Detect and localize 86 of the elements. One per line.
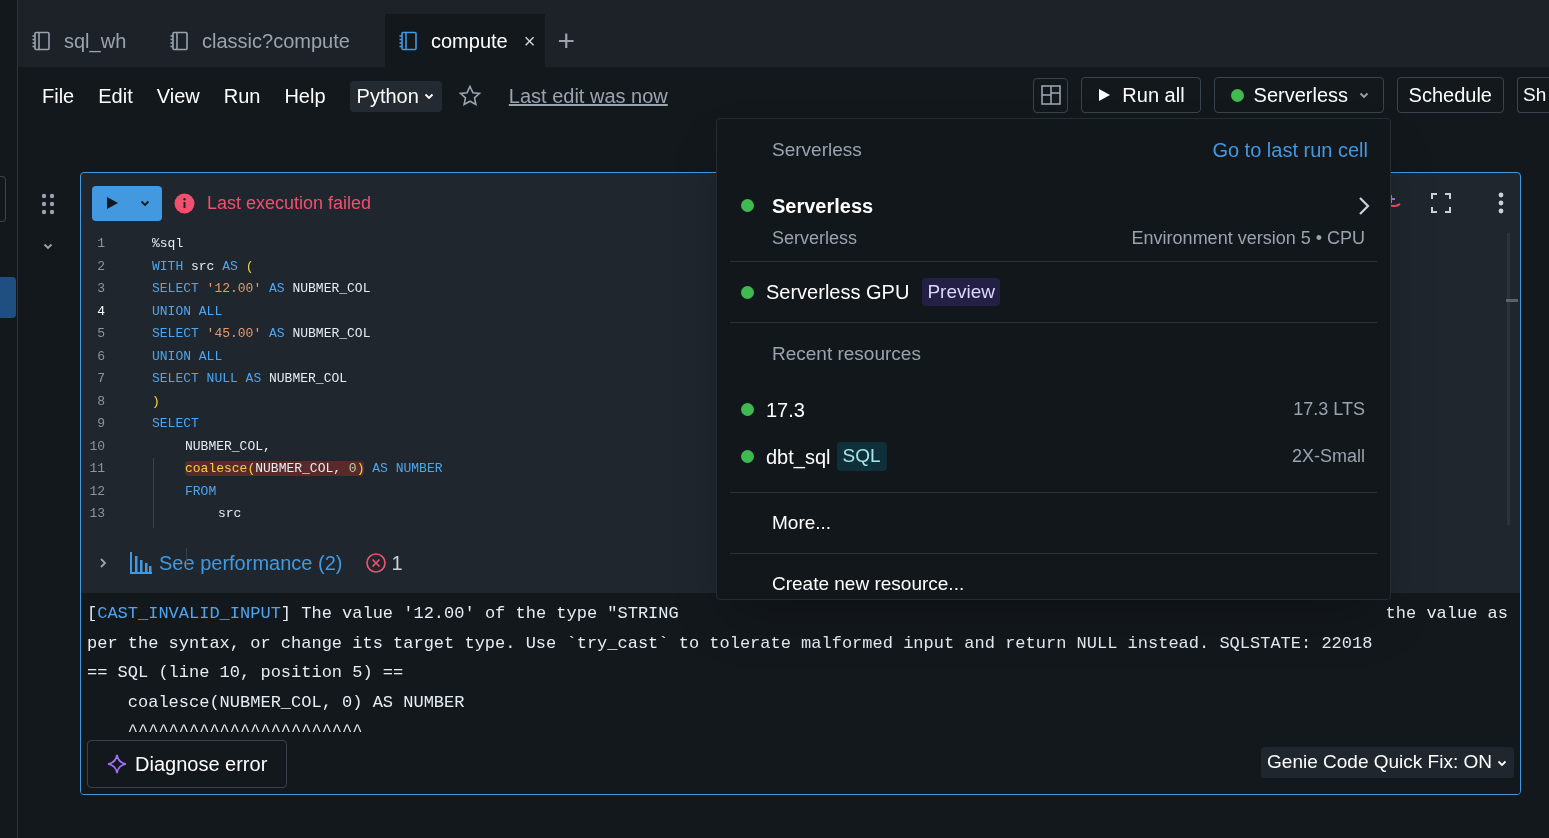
notebook-tab[interactable]: classic?compute	[150, 14, 385, 67]
line-number: 1	[96, 235, 106, 253]
code-line: FROM	[184, 482, 217, 501]
error-message: [CAST_INVALID_INPUT] The value '12.00' of the type "STRING	[87, 603, 679, 625]
play-icon	[105, 196, 119, 210]
error-message: the value as	[1385, 603, 1508, 625]
play-icon	[1097, 88, 1112, 102]
notebook-icon	[30, 29, 52, 52]
error-icon	[366, 553, 387, 573]
drag-handle-icon[interactable]	[40, 193, 56, 215]
notebook-tab[interactable]: compute ×	[385, 14, 546, 67]
diagnose-error-button[interactable]: Diagnose error	[87, 740, 288, 788]
line-number: 7	[96, 370, 106, 388]
line-number: 11	[88, 460, 106, 478]
error-count-text: 1	[391, 551, 403, 576]
menu-item[interactable]: Run	[223, 81, 261, 111]
code-line: SELECT	[151, 415, 199, 433]
go-to-last-run-cell-link[interactable]: Go to last run cell	[1212, 135, 1368, 165]
run-cell-button[interactable]	[92, 185, 162, 221]
code-line: WITH src AS (	[151, 257, 254, 276]
execution-status: Last execution failed	[207, 191, 372, 215]
error-message: ^^^^^^^^^^^^^^^^^^^^^^^	[126, 721, 364, 743]
menu-section-header: Recent resources	[771, 342, 922, 367]
error-message: == SQL (line 10, position 5) ==	[87, 662, 405, 684]
code-line: UNION ALL	[151, 302, 223, 321]
line-number: 5	[96, 325, 106, 343]
error-highlight: coalesce(NUBMER_COL, 0)	[185, 461, 365, 476]
bar-chart-icon	[129, 552, 152, 574]
line-number: 10	[88, 437, 106, 456]
schedule-button[interactable]: Schedule	[1396, 77, 1504, 113]
code-line: SELECT '12.00' AS NUBMER_COL	[151, 280, 371, 298]
performance-link[interactable]: See performance (2)	[129, 548, 343, 578]
line-number: 6	[96, 347, 106, 366]
compute-detail: 2X-Small	[1291, 445, 1365, 468]
language-dropdown[interactable]: Python	[349, 80, 442, 112]
menu-section-header: Serverless	[772, 137, 862, 162]
chevron-right-icon[interactable]	[97, 557, 109, 569]
line-number: 13	[88, 505, 106, 523]
compute-option[interactable]: Serverless GPU Preview	[730, 262, 1377, 323]
code-line: src	[217, 505, 242, 523]
line-number: 12	[88, 482, 106, 501]
menu-item[interactable]: Edit	[98, 81, 133, 111]
info-icon	[174, 192, 195, 214]
menu-item[interactable]: View	[156, 81, 200, 111]
fullscreen-icon[interactable]	[1430, 192, 1452, 214]
sidebar-handle	[0, 176, 6, 222]
compute-detail: 17.3 LTS	[1293, 398, 1365, 421]
star-icon[interactable]	[457, 84, 482, 108]
sql-tag: SQL	[836, 442, 887, 471]
compute-subtitle: Serverless	[772, 226, 858, 250]
code-line: %sql	[151, 235, 184, 253]
close-button[interactable]: ×	[523, 25, 536, 56]
chevron-right-icon	[1357, 195, 1371, 216]
code-line: SELECT NULL AS NUBMER_COL	[151, 370, 348, 388]
quick-fix-dropdown[interactable]: Genie Code Quick Fix: ON	[1261, 747, 1514, 778]
last-edit-link[interactable]: Last edit was now	[508, 81, 668, 111]
preview-tag: Preview	[922, 277, 1000, 307]
code-line: UNION ALL	[151, 347, 223, 366]
line-number: 2	[96, 257, 106, 276]
compute-option[interactable]: Serverless Serverless Environment version 5 • CPU	[730, 181, 1377, 262]
share-button[interactable]: Sh	[1517, 77, 1549, 113]
line-number: 8	[96, 392, 106, 411]
compute-dropdown[interactable]: Serverless	[1213, 77, 1384, 113]
code-line: coalesce(NUBMER_COL, 0) AS NUMBER	[184, 460, 443, 478]
compute-detail: Environment version 5 • CPU	[1131, 226, 1365, 250]
line-number: 3	[96, 280, 106, 298]
compute-option[interactable]: 17.3 17.3 LTS	[730, 386, 1377, 433]
code-line: SELECT '45.00' AS NUBMER_COL	[151, 325, 371, 343]
line-number: 9	[96, 415, 106, 433]
notebook-icon	[168, 29, 190, 52]
error-message: coalesce(NUBMER_COL, 0) AS NUMBER	[126, 691, 466, 714]
create-resource-menu-item[interactable]: Create new resource...	[730, 554, 1377, 615]
run-all-button[interactable]: Run all	[1081, 77, 1201, 113]
more-menu-item[interactable]: More...	[730, 493, 1377, 554]
error-message: per the syntax, or change its target type. Use `try_cast` to tolerate malformed input and return NULL instead. SQLSTATE: 22018	[87, 632, 1374, 655]
menu-item[interactable]: Help	[284, 81, 326, 111]
more-options-icon[interactable]	[1498, 192, 1504, 214]
code-line: )	[151, 392, 160, 411]
layout-icon[interactable]	[1033, 77, 1069, 113]
notebook-icon	[397, 29, 419, 52]
menu-item[interactable]: File	[42, 81, 75, 111]
compute-option[interactable]: dbt_sql SQL 2X-Small	[730, 433, 1377, 480]
code-line: NUBMER_COL,	[184, 437, 271, 456]
line-number: 4	[96, 302, 106, 321]
notebook-tab[interactable]: sql_wh	[18, 14, 150, 67]
new-tab-button[interactable]: +	[545, 14, 587, 67]
